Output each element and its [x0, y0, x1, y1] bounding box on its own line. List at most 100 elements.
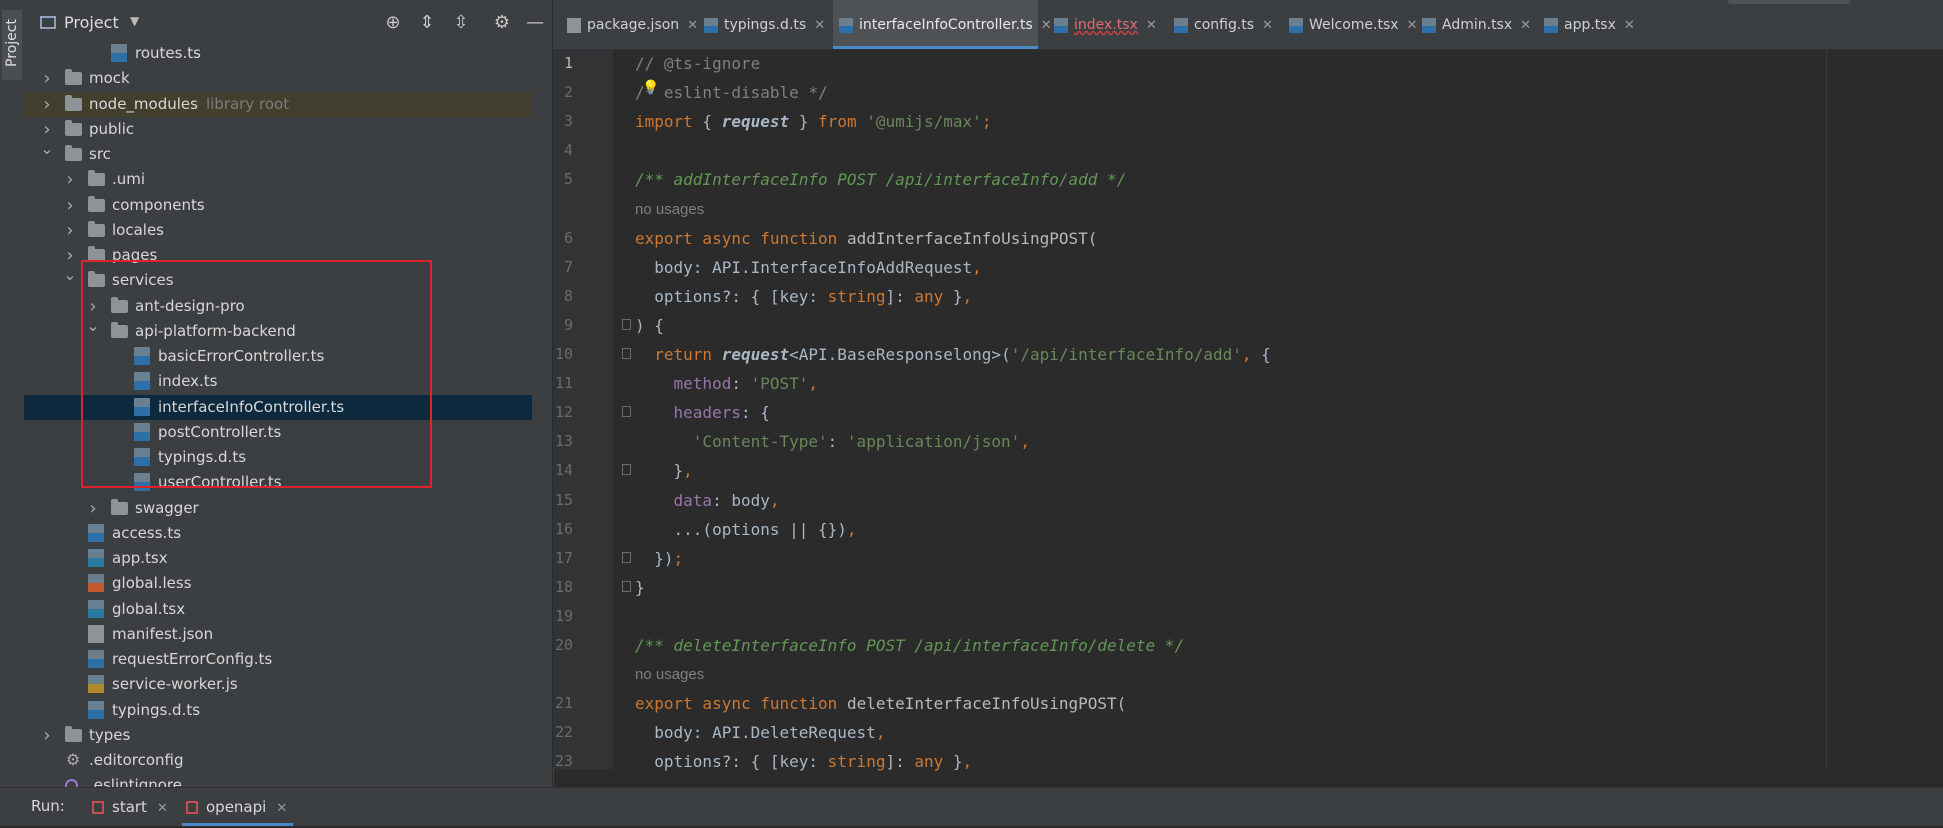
close-icon[interactable]: ✕: [687, 18, 698, 33]
tree-item-label: .editorconfig: [89, 751, 184, 769]
ts-file-icon: [134, 473, 150, 492]
tree-folder-row[interactable]: ⌄ src: [24, 139, 532, 167]
code-line: 21 export async function deleteInterfaceI…: [553, 689, 1943, 718]
tree-file-row[interactable]: access.ts: [24, 521, 532, 546]
code-token: any: [914, 286, 944, 306]
close-icon[interactable]: ✕: [276, 801, 287, 816]
tree-folder-row[interactable]: ⌄ services: [24, 265, 532, 293]
tree-file-row[interactable]: basicErrorController.ts: [24, 344, 532, 369]
tree-folder-row[interactable]: › .umi: [24, 167, 532, 192]
tree-file-row[interactable]: postController.ts: [24, 420, 532, 445]
fold-marker-icon[interactable]: [622, 318, 631, 330]
run-tab[interactable]: start ✕: [88, 788, 174, 826]
line-number: 2: [563, 83, 573, 102]
tree-file-row[interactable]: app.tsx: [24, 546, 532, 571]
ts-file-icon: [134, 448, 150, 466]
collapse-all-icon[interactable]: ⇳: [450, 12, 472, 33]
tree-item-label: global.less: [112, 574, 192, 593]
tree-file-row[interactable]: typings.d.ts: [24, 445, 532, 470]
close-icon[interactable]: ✕: [1262, 18, 1273, 33]
json-file-icon: [88, 624, 104, 643]
tree-file-row[interactable]: routes.ts: [24, 41, 532, 66]
code-token: : body: [712, 490, 770, 510]
editor-tab[interactable]: typings.d.ts ✕: [698, 0, 825, 49]
code-token: ,: [1020, 432, 1030, 452]
editor-tab[interactable]: Admin.tsx ✕: [1416, 0, 1531, 49]
tree-item-label: access.ts: [112, 523, 182, 542]
locate-icon[interactable]: ⊕: [382, 12, 404, 33]
close-icon[interactable]: ✕: [1520, 18, 1531, 33]
chevron-right-icon[interactable]: ›: [40, 723, 54, 748]
project-tool-button[interactable]: Project: [2, 10, 22, 80]
hide-panel-icon[interactable]: —: [524, 12, 546, 33]
line-number: 14: [554, 461, 573, 480]
file-type-badge: [88, 709, 104, 719]
fold-marker-icon[interactable]: [622, 348, 631, 359]
chevron-right-icon[interactable]: ›: [86, 496, 100, 521]
tree-folder-row[interactable]: › mock: [24, 66, 532, 91]
code-text: /** addInterfaceInfo POST /api/interface…: [635, 165, 1126, 194]
close-icon[interactable]: ✕: [1146, 18, 1157, 33]
chevron-right-icon[interactable]: ›: [40, 66, 54, 91]
tree-folder-row[interactable]: › swagger: [24, 496, 532, 521]
editor-tab[interactable]: Welcome.tsx ✕: [1283, 0, 1417, 49]
tree-file-row[interactable]: global.less: [24, 571, 532, 596]
tree-folder-row[interactable]: › node_modules library root: [24, 91, 532, 117]
file-type-badge: [88, 608, 104, 618]
editor-tab[interactable]: app.tsx ✕: [1538, 0, 1635, 49]
chevron-right-icon[interactable]: ›: [63, 193, 77, 218]
editor-tab[interactable]: package.json ✕: [561, 0, 698, 49]
editor-tab[interactable]: interfaceInfoController.ts ✕: [833, 0, 1052, 49]
chevron-down-icon[interactable]: ⌄: [63, 262, 77, 287]
chevron-right-icon[interactable]: ›: [40, 92, 54, 117]
code-token: ,: [972, 257, 982, 277]
line-number: 20: [554, 636, 573, 654]
close-icon[interactable]: ✕: [814, 18, 825, 33]
fold-marker-icon[interactable]: [622, 580, 631, 592]
run-tab[interactable]: openapi ✕: [182, 788, 294, 826]
tsx-file-icon: [88, 599, 104, 618]
tree-file-row[interactable]: global.tsx: [24, 597, 532, 622]
tree-folder-row[interactable]: ⌄ api-platform-backend: [24, 316, 532, 344]
code-editor[interactable]: 1 // @ts-ignore 2 💡/* eslint-disable */ 3 imp…: [553, 49, 1943, 771]
tree-file-row[interactable]: index.ts: [24, 369, 532, 394]
folder-icon: [65, 94, 82, 111]
chevron-right-icon[interactable]: ›: [63, 218, 77, 243]
chevron-right-icon[interactable]: ›: [63, 167, 77, 192]
tree-file-row[interactable]: ⚙ .editorconfig: [24, 748, 532, 773]
tree-file-row[interactable]: .eslintignore: [24, 773, 532, 787]
gear-file-icon: ⚙: [65, 750, 81, 769]
close-icon[interactable]: ✕: [157, 801, 168, 816]
tab-label: Welcome.tsx: [1309, 17, 1399, 33]
close-icon[interactable]: ✕: [1624, 18, 1635, 33]
tree-item-label: global.tsx: [112, 599, 186, 618]
tree-file-row[interactable]: manifest.json: [24, 622, 532, 647]
gear-icon[interactable]: ⚙: [491, 12, 513, 33]
chevron-down-icon[interactable]: ⌄: [40, 136, 54, 161]
code-token: method: [673, 374, 732, 394]
tree-folder-row[interactable]: › components: [24, 193, 532, 218]
editor-tab[interactable]: config.ts ✕: [1168, 0, 1273, 49]
tree-file-row[interactable]: userController.ts: [24, 470, 532, 495]
chevron-down-icon[interactable]: ⌄: [86, 313, 100, 338]
tree-folder-row[interactable]: › locales: [24, 218, 532, 243]
tree-file-row[interactable]: interfaceInfoController.ts: [24, 394, 532, 420]
tree-file-row[interactable]: requestErrorConfig.ts: [24, 647, 532, 672]
editor-tab[interactable]: index.tsx ✕: [1048, 0, 1160, 49]
fold-marker-icon[interactable]: [622, 551, 631, 563]
tree-item-label: pages: [112, 246, 158, 264]
expand-all-icon[interactable]: ⇕: [416, 12, 438, 33]
tree-folder-row[interactable]: › ant-design-pro: [24, 294, 532, 319]
tsx-file-icon: [1544, 17, 1558, 33]
tree-folder-row[interactable]: › public: [24, 117, 532, 142]
chevron-down-icon[interactable]: ▼: [130, 14, 139, 28]
tree-file-row[interactable]: typings.d.ts: [24, 698, 532, 723]
project-panel-title[interactable]: Project: [64, 13, 119, 32]
tree-folder-row[interactable]: › pages: [24, 243, 532, 268]
tree-file-row[interactable]: service-worker.js: [24, 672, 532, 697]
tree-folder-row[interactable]: › types: [24, 723, 532, 748]
fold-marker-icon[interactable]: [622, 464, 631, 476]
fold-marker-icon[interactable]: [622, 406, 631, 418]
